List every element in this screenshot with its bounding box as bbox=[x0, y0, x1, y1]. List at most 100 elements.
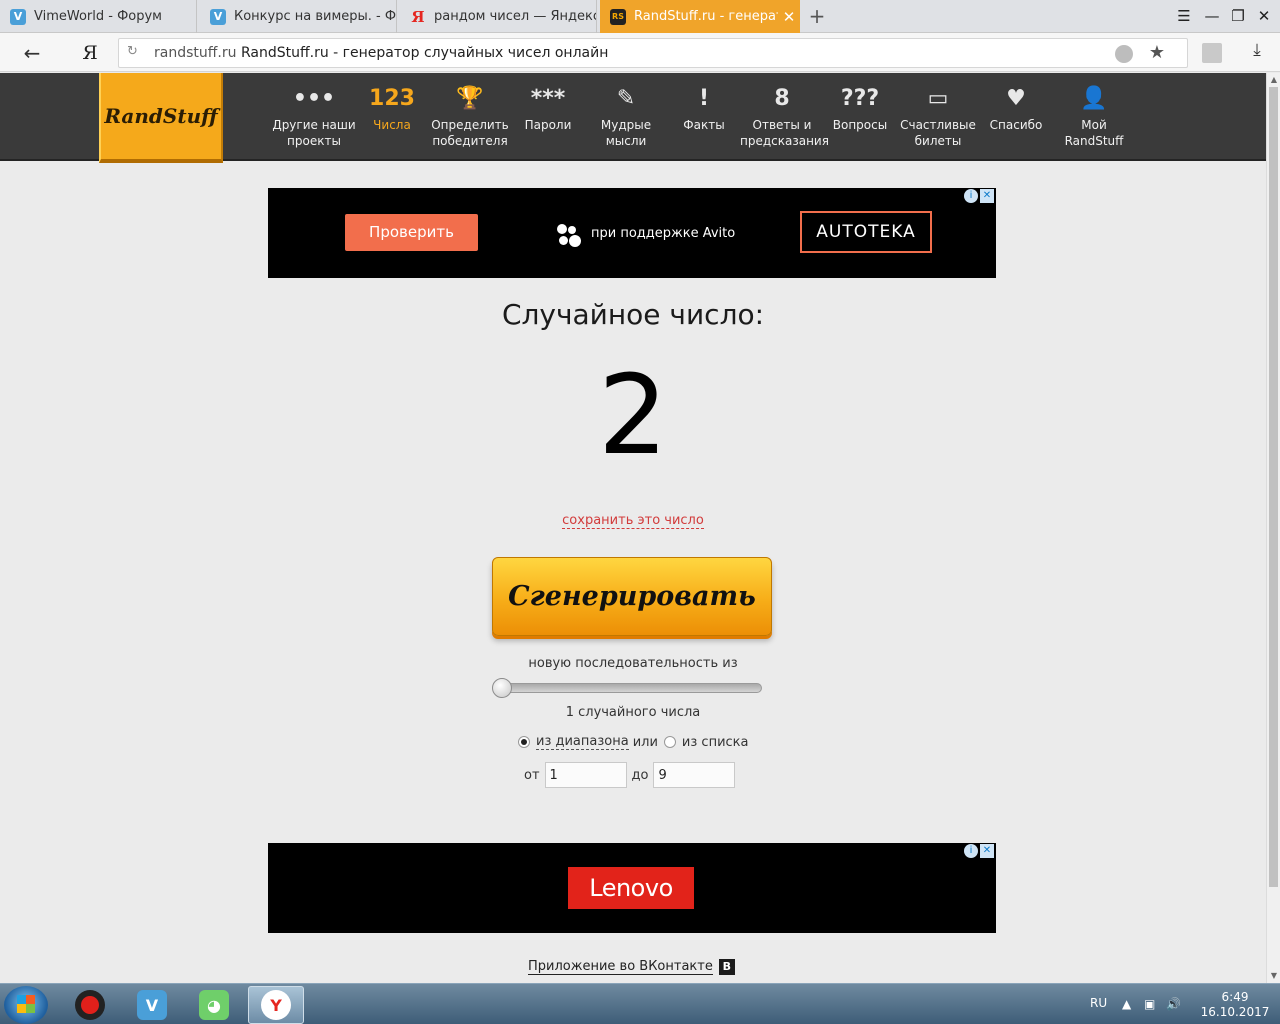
windows-taskbar: V ◕ Y RU ▲ ▣ 🔊 6:49 16.10.2017 bbox=[0, 983, 1280, 1024]
volume-icon[interactable]: 🔊 bbox=[1166, 997, 1181, 1011]
cat-launcher-icon: ◕ bbox=[199, 990, 229, 1020]
mode-range-label[interactable]: из диапазона bbox=[536, 734, 629, 750]
save-number-link[interactable]: сохранить это число bbox=[562, 513, 704, 529]
nav-item-facts[interactable]: ! Факты bbox=[662, 81, 746, 157]
language-indicator[interactable]: RU bbox=[1090, 996, 1107, 1010]
browser-tab-active[interactable]: RS RandStuff.ru - генератор ✕ bbox=[600, 0, 800, 33]
nav-item-thanks[interactable]: ♥ Спасибо bbox=[974, 81, 1058, 157]
ad-info-icon[interactable]: i bbox=[964, 844, 978, 858]
ad-info-icon[interactable]: i bbox=[964, 189, 978, 203]
vimeworld-icon: V bbox=[10, 8, 26, 25]
ad-banner-top[interactable]: i ✕ Проверить при поддержке Avito AUTOTE… bbox=[268, 188, 996, 278]
to-input[interactable] bbox=[653, 762, 736, 788]
restore-icon[interactable]: ❐ bbox=[1226, 4, 1250, 28]
site-logo[interactable]: RandStuff bbox=[99, 73, 223, 163]
system-clock[interactable]: 6:49 16.10.2017 bbox=[1196, 990, 1274, 1020]
reload-icon[interactable]: ↻ bbox=[127, 44, 138, 59]
count-slider-track[interactable] bbox=[494, 683, 762, 693]
download-icon[interactable]: ⤓ bbox=[1246, 40, 1268, 64]
ad-banner-bottom[interactable]: i ✕ Lenovo bbox=[268, 843, 996, 933]
lenovo-logo: Lenovo bbox=[568, 867, 694, 909]
record-icon bbox=[75, 990, 105, 1020]
taskbar-app-recorder[interactable] bbox=[62, 986, 118, 1024]
clock-time: 6:49 bbox=[1221, 990, 1249, 1004]
bookmark-star-icon[interactable]: ★ bbox=[1149, 42, 1165, 63]
nav-item-label: Вопросы bbox=[832, 118, 888, 132]
protect-globe-icon[interactable] bbox=[1115, 45, 1133, 63]
yandex-browser-icon: Y bbox=[261, 990, 291, 1020]
scroll-up-arrow-icon[interactable]: ▲ bbox=[1267, 73, 1280, 87]
to-label: до bbox=[631, 767, 649, 783]
nav-item-tickets[interactable]: ▭ Счастливые билеты bbox=[896, 81, 980, 157]
nav-item-winner[interactable]: 🏆 Определить победителя bbox=[428, 81, 512, 157]
radio-range[interactable] bbox=[518, 736, 530, 748]
page-scrollbar[interactable]: ▲ ▼ bbox=[1266, 73, 1280, 983]
count-slider-handle[interactable] bbox=[492, 678, 512, 698]
from-input[interactable] bbox=[544, 762, 627, 788]
scrollbar-thumb[interactable] bbox=[1269, 87, 1278, 887]
nav-item-projects[interactable]: ••• Другие наши проекты bbox=[272, 81, 356, 157]
nav-item-numbers[interactable]: 123 Числа bbox=[350, 81, 434, 157]
nav-item-profile[interactable]: 👤 Мой RandStuff bbox=[1052, 81, 1136, 157]
magic-8-ball-icon: 8 bbox=[774, 86, 790, 111]
browser-tab[interactable]: V VimeWorld - Форум bbox=[0, 0, 197, 33]
nav-item-questions[interactable]: ??? Вопросы bbox=[818, 81, 902, 157]
windows-logo-icon bbox=[17, 995, 35, 1013]
vk-app-link-text[interactable]: Приложение во ВКонтакте bbox=[528, 959, 713, 975]
random-number-result: 2 bbox=[598, 351, 668, 479]
nav-item-label: Мудрые мысли bbox=[600, 118, 652, 148]
nav-item-label: Ответы и предсказания bbox=[740, 118, 829, 148]
menu-icon[interactable]: ☰ bbox=[1172, 4, 1196, 28]
tab-title: Конкурс на вимеры. - Флуд bbox=[234, 9, 396, 24]
close-window-icon[interactable]: ✕ bbox=[1252, 4, 1276, 28]
vk-icon: В bbox=[718, 959, 735, 975]
browser-tab-strip: V VimeWorld - Форум V Конкурс на вимеры.… bbox=[0, 0, 1280, 33]
trophy-icon: 🏆 bbox=[456, 86, 484, 111]
clock-date: 16.10.2017 bbox=[1200, 1005, 1270, 1019]
url-field[interactable]: ↻ randstuff.ru RandStuff.ru - генератор … bbox=[118, 38, 1188, 68]
nav-item-thoughts[interactable]: ✎ Мудрые мысли bbox=[584, 81, 668, 157]
tab-title: рандом чисел — Яндекс: на bbox=[434, 9, 596, 24]
generate-button[interactable]: Сгенерировать bbox=[492, 557, 772, 636]
exclamation-diamond-icon: ! bbox=[698, 86, 710, 111]
page-title: Случайное число: bbox=[501, 298, 765, 331]
address-bar: ← Я ↻ randstuff.ru RandStuff.ru - генера… bbox=[0, 33, 1280, 72]
close-tab-icon[interactable]: ✕ bbox=[778, 8, 800, 26]
url-page-title: RandStuff.ru - генератор случайных чисел… bbox=[241, 45, 609, 61]
nav-item-answers[interactable]: 8 Ответы и предсказания bbox=[740, 81, 829, 157]
taskbar-app-launcher[interactable]: ◕ bbox=[186, 986, 242, 1024]
tray-expand-icon[interactable]: ▲ bbox=[1122, 997, 1131, 1011]
nav-item-label: Факты bbox=[683, 118, 725, 132]
nav-item-label: Определить победителя bbox=[431, 118, 509, 148]
nav-item-passwords[interactable]: *** Пароли bbox=[506, 81, 590, 157]
mode-list-label[interactable]: из списка bbox=[682, 735, 749, 750]
network-icon[interactable]: ▣ bbox=[1144, 997, 1155, 1011]
scroll-down-arrow-icon[interactable]: ▼ bbox=[1267, 969, 1280, 983]
extension-icon[interactable] bbox=[1202, 43, 1222, 63]
ad-check-button[interactable]: Проверить bbox=[345, 214, 478, 251]
generate-button-label: Сгенерировать bbox=[508, 581, 756, 612]
nav-item-label: Пароли bbox=[524, 118, 572, 132]
taskbar-app-yandex-browser[interactable]: Y bbox=[248, 986, 304, 1024]
yandex-logo-icon[interactable]: Я bbox=[78, 39, 102, 67]
back-arrow-icon[interactable]: ← bbox=[18, 39, 46, 67]
nav-item-label: Числа bbox=[373, 118, 411, 132]
start-button[interactable] bbox=[4, 986, 48, 1024]
browser-tab[interactable]: Я рандом чисел — Яндекс: на bbox=[400, 0, 597, 33]
range-inputs: от до bbox=[524, 762, 740, 788]
new-tab-button[interactable]: + bbox=[806, 3, 828, 29]
vk-app-link[interactable]: Приложение во ВКонтакте В bbox=[528, 959, 735, 975]
radio-list[interactable] bbox=[663, 736, 676, 748]
browser-tab[interactable]: V Конкурс на вимеры. - Флуд bbox=[200, 0, 397, 33]
ad-close-icon[interactable]: ✕ bbox=[980, 189, 994, 203]
ticket-icon: ▭ bbox=[927, 86, 949, 111]
minimize-icon[interactable]: — bbox=[1200, 4, 1224, 28]
ad-support-text: при поддержке Avito bbox=[591, 226, 736, 241]
question-marks-icon: ??? bbox=[840, 86, 880, 111]
vimeworld-icon: V bbox=[210, 8, 226, 25]
nav-item-label: Мой RandStuff bbox=[1064, 118, 1124, 148]
count-label: 1 случайного числа bbox=[565, 705, 701, 720]
ad-close-icon[interactable]: ✕ bbox=[980, 844, 994, 858]
from-label: от bbox=[524, 767, 540, 783]
taskbar-app-vimeworld[interactable]: V bbox=[124, 986, 180, 1024]
